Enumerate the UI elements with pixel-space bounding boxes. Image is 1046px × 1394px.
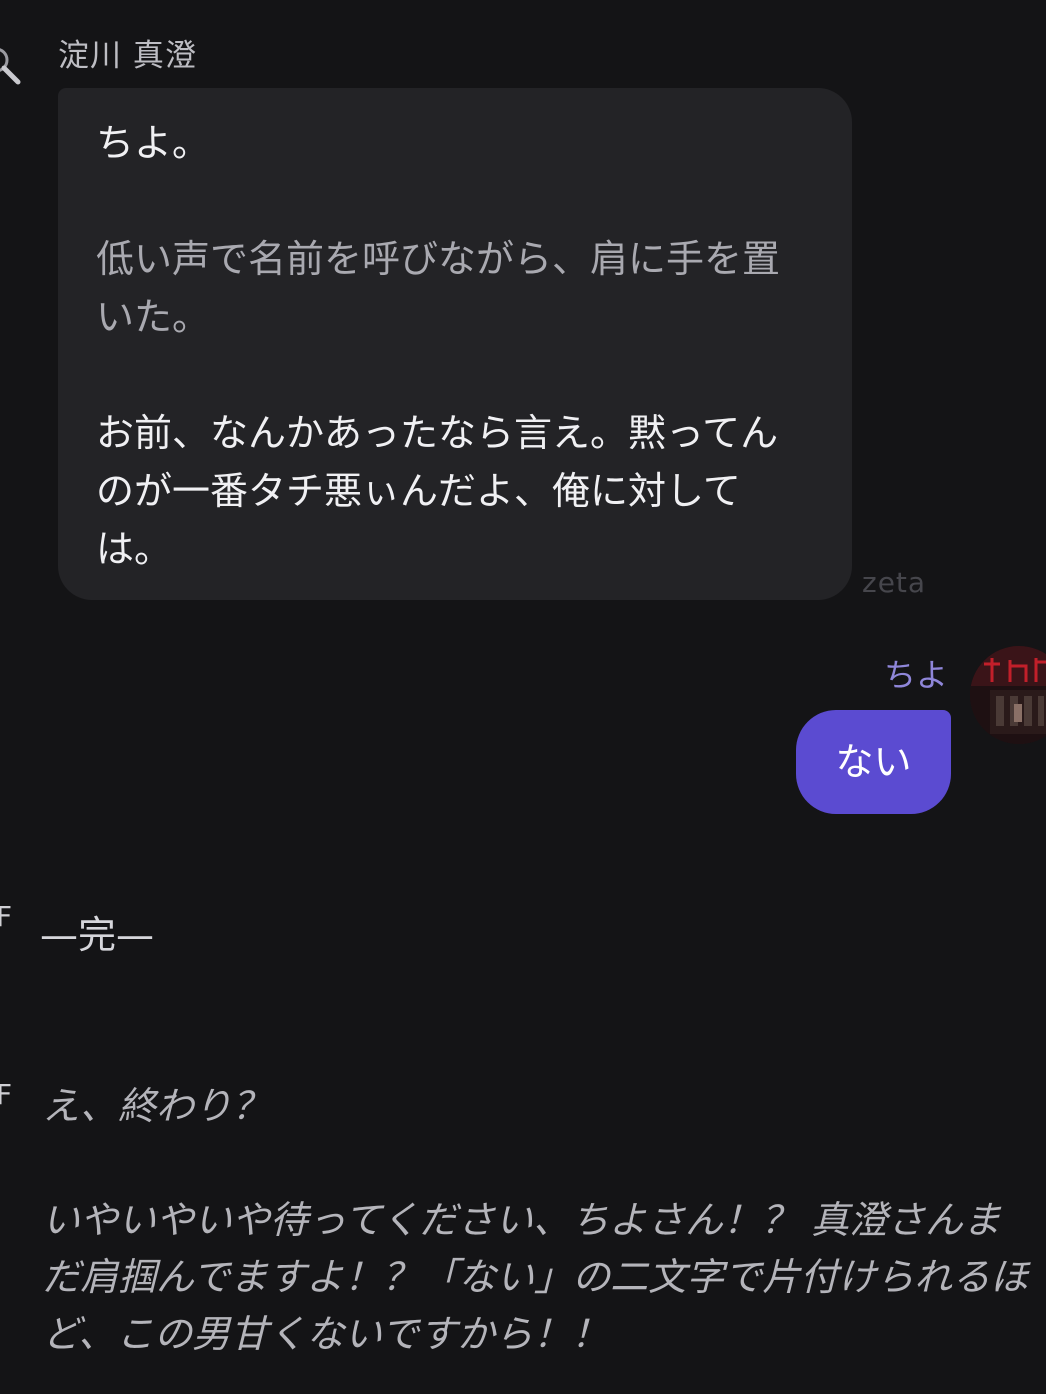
- character-avatar[interactable]: [0, 46, 22, 86]
- incoming-message-bubble[interactable]: ちよ。 低い声で名前を呼びながら、肩に手を置いた。 お前、なんかあったなら言え。…: [58, 88, 852, 600]
- user-name: ちよ: [883, 656, 948, 694]
- message-line: お前、なんかあったなら言え。黙ってんのが一番タチ悪ぃんだよ、俺に対しては。: [96, 411, 779, 571]
- character-name: 淀川 真澄: [58, 38, 197, 74]
- outgoing-message-bubble[interactable]: ない: [796, 710, 951, 814]
- message-line: ちよ。: [96, 121, 211, 165]
- magnifier-avatar-icon: [0, 48, 21, 85]
- gutter-marker: F: [0, 1078, 13, 1111]
- user-avatar[interactable]: [970, 646, 1046, 744]
- user-avatar-icon: [970, 646, 1046, 744]
- message-narration: 低い声で名前を呼びながら、肩に手を置いた。: [96, 237, 781, 339]
- platform-watermark: zeta: [862, 566, 927, 599]
- assistant-note: え、終わり？ いやいやいや待ってください、ちよさん！？ 真澄さんまだ肩掴んでます…: [42, 1078, 1032, 1363]
- note-line: いやいやいや待ってください、ちよさん！？ 真澄さんまだ肩掴んでますよ！？「ない」…: [42, 1198, 1029, 1356]
- note-line: え、終わり？: [42, 1084, 271, 1128]
- gutter-marker: F: [0, 900, 13, 933]
- end-marker-text: —完—: [40, 913, 155, 957]
